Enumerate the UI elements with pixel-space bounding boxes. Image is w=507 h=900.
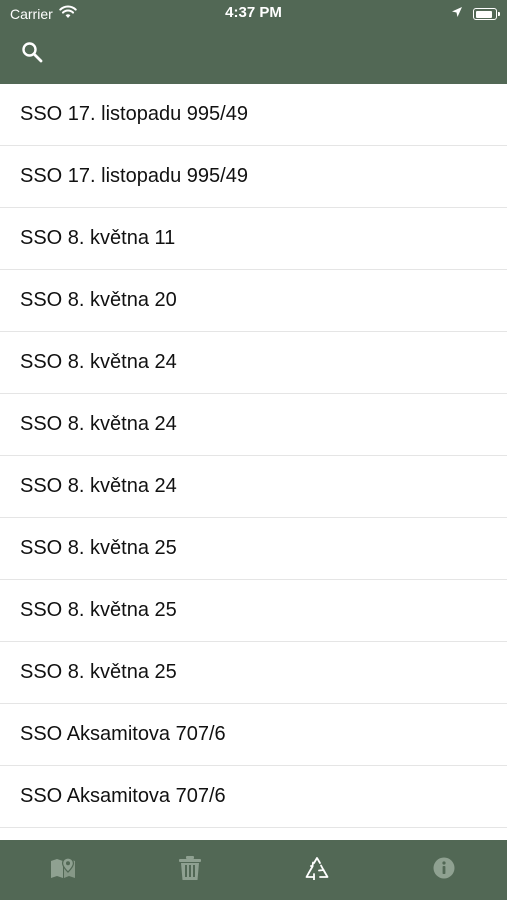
map-pin-icon [50, 856, 76, 885]
list-item-label: SSO 8. května 25 [20, 537, 177, 559]
list-item[interactable]: SSO Aksamitova 707/6 [0, 766, 507, 828]
list-item-label: SSO 8. května 24 [20, 413, 177, 435]
list-item[interactable]: SSO 17. listopadu 995/49 [0, 84, 507, 146]
list-item-label: SSO 8. května 11 [20, 227, 176, 249]
list-item[interactable]: SSO 8. května 25 [0, 580, 507, 642]
list-item[interactable]: SSO Aksamitova 707/6 [0, 704, 507, 766]
list-item[interactable]: SSO 8. května 24 [0, 394, 507, 456]
recycle-icon [304, 856, 330, 885]
list-item[interactable]: SSO 8. května 24 [0, 332, 507, 394]
status-right [451, 5, 500, 23]
list-item[interactable]: SSO 17. listopadu 995/49 [0, 146, 507, 208]
list-item-label: SSO 17. listopadu 995/49 [20, 165, 248, 187]
list-item-label: SSO 8. května 25 [20, 661, 177, 683]
status-bar: Carrier 4:37 PM [0, 0, 507, 28]
tab-bar [0, 840, 507, 900]
list-item-label: SSO 8. května 24 [20, 351, 177, 373]
list-item-label: SSO Aksamitova 707/6 [20, 785, 226, 807]
tab-recycle[interactable] [254, 840, 381, 900]
tab-trash[interactable] [127, 840, 254, 900]
tab-info[interactable] [380, 840, 507, 900]
info-icon [432, 856, 456, 885]
location-list[interactable]: SSO 17. listopadu 995/49 SSO 17. listopa… [0, 84, 507, 840]
header: Carrier 4:37 PM [0, 0, 507, 84]
list-item[interactable]: SSO 8. května 25 [0, 518, 507, 580]
battery-level [475, 10, 492, 18]
list-item[interactable]: SSO 8. května 20 [0, 270, 507, 332]
list-item-label: SSO 8. května 25 [20, 599, 177, 621]
app-screen: Carrier 4:37 PM SSO 17. listopadu 995/49… [0, 0, 507, 900]
list-item-label: SSO 8. května 20 [20, 289, 177, 311]
location-arrow-icon [451, 5, 463, 23]
list-item-label: SSO Aksamitova 707/6 [20, 723, 226, 745]
tab-map[interactable] [0, 840, 127, 900]
list-item[interactable]: SSO 8. května 11 [0, 208, 507, 270]
search-button[interactable] [18, 40, 46, 68]
list-item-label: SSO 8. května 24 [20, 475, 177, 497]
search-icon [21, 41, 43, 68]
trash-icon [178, 855, 202, 886]
battery-icon [473, 8, 500, 20]
list-item[interactable]: SSO 8. května 25 [0, 642, 507, 704]
status-time: 4:37 PM [225, 4, 282, 21]
list-item[interactable]: SSO 8. května 24 [0, 456, 507, 518]
list-item-label: SSO 17. listopadu 995/49 [20, 103, 248, 125]
